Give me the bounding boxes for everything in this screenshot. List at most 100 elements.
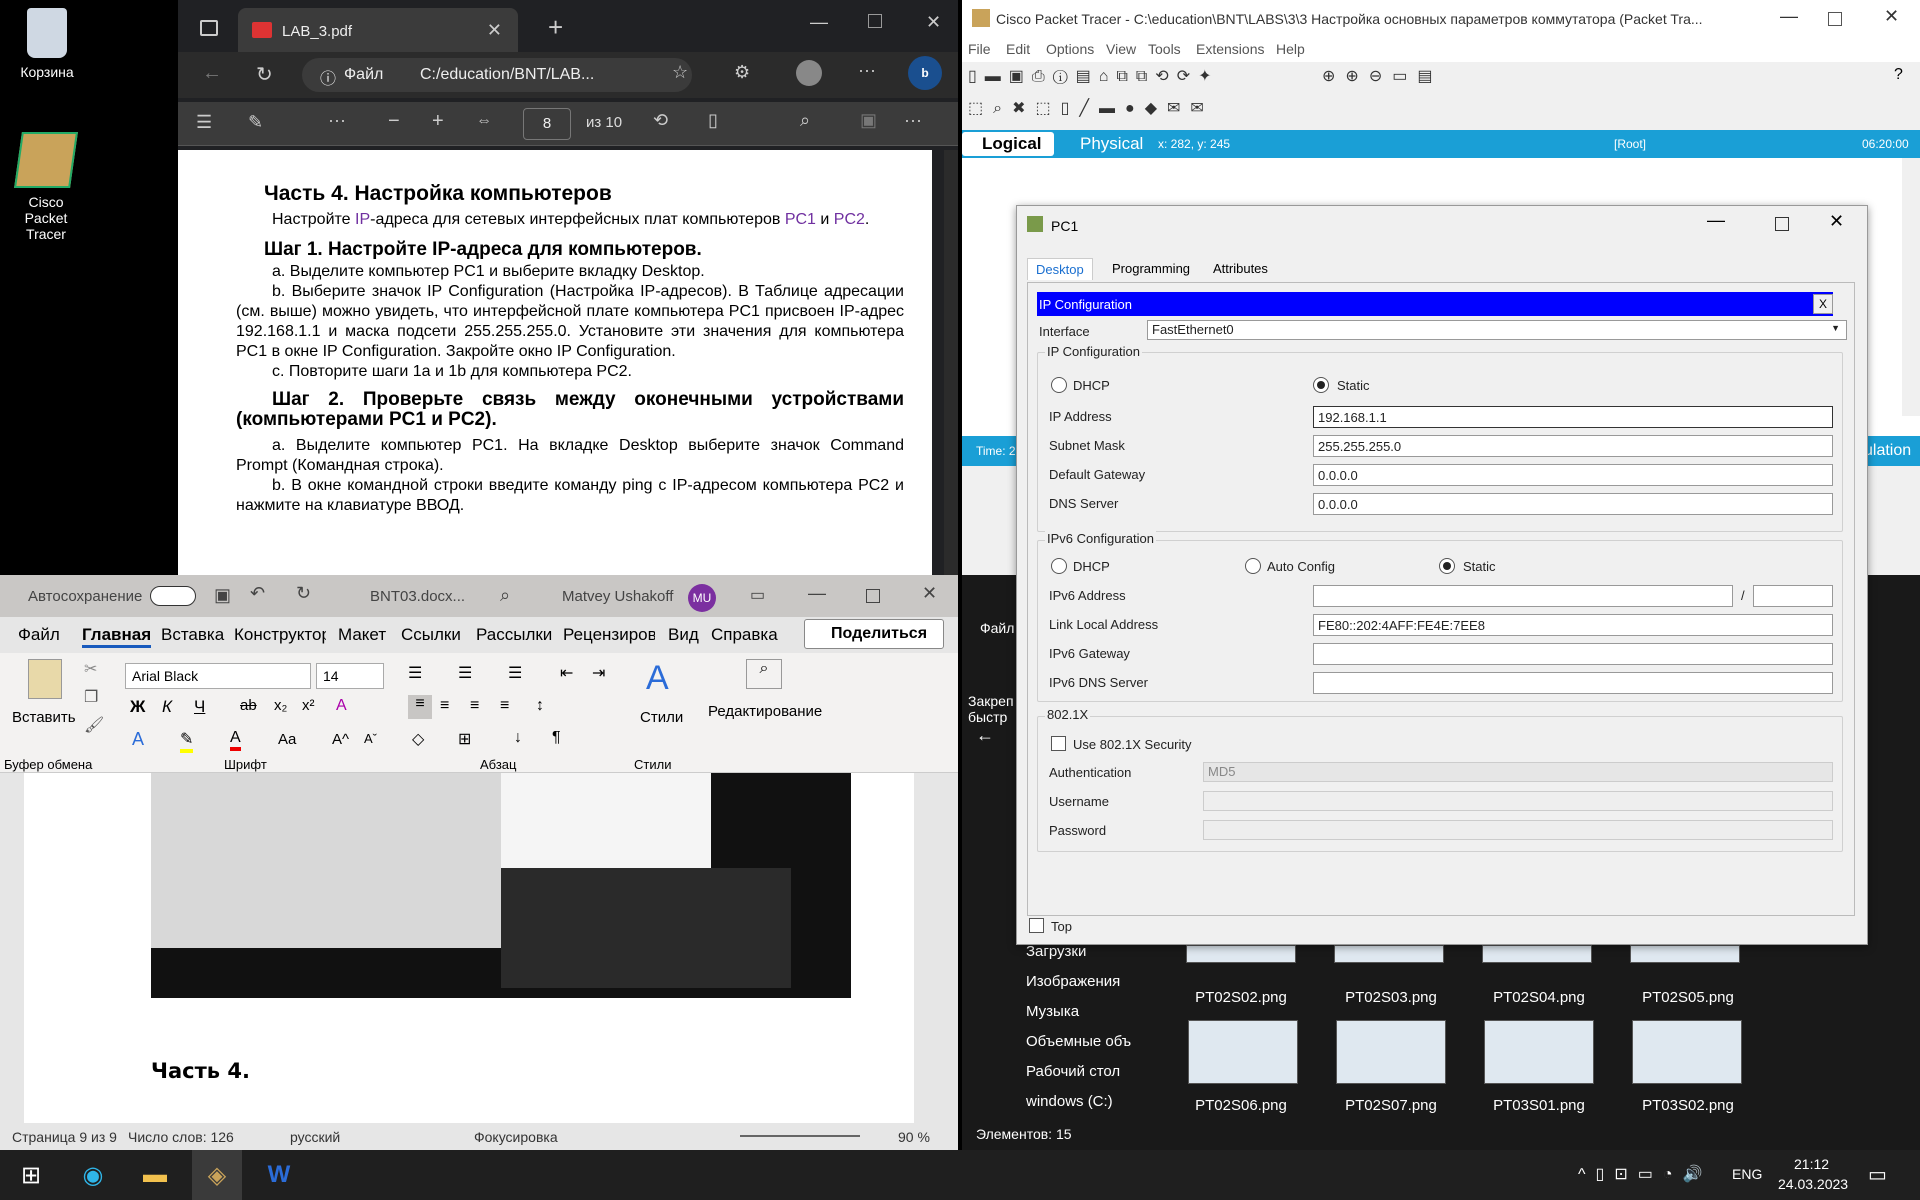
menu-insert[interactable]: Вставка: [161, 625, 224, 645]
dialog-minimize-icon[interactable]: —: [1707, 210, 1725, 231]
file-name[interactable]: PT02S07.png: [1316, 1097, 1466, 1114]
packet-tracer-shortcut[interactable]: Cisco Packet Tracer: [6, 132, 86, 242]
ipv6-gateway-input[interactable]: [1313, 643, 1833, 665]
thumb-4[interactable]: [1630, 945, 1740, 963]
styles-button[interactable]: Стили: [640, 709, 683, 726]
tab-attributes[interactable]: Attributes: [1213, 261, 1268, 276]
pt-root[interactable]: [Root]: [1614, 137, 1646, 151]
refresh-icon[interactable]: ↻: [256, 62, 273, 87]
menu-view[interactable]: Вид: [668, 625, 699, 645]
file-name[interactable]: PT03S01.png: [1464, 1097, 1614, 1114]
copy-icon[interactable]: ❐: [84, 687, 98, 707]
contents-icon[interactable]: ☰: [196, 112, 212, 133]
close-window-icon[interactable]: ✕: [926, 12, 941, 33]
notifications-icon[interactable]: ▭: [1868, 1162, 1887, 1187]
menu-help[interactable]: Справка: [711, 625, 778, 645]
more-icon[interactable]: ···: [858, 60, 876, 81]
page-view-icon[interactable]: ▯: [708, 110, 718, 131]
physical-tab[interactable]: Physical: [1058, 132, 1148, 156]
underline-button[interactable]: Ч: [194, 697, 205, 717]
sort-icon[interactable]: ↓: [514, 729, 522, 747]
align-left-icon[interactable]: ≡: [408, 695, 432, 719]
dialog-maximize-icon[interactable]: [1775, 217, 1789, 231]
decrease-indent-icon[interactable]: ⇤: [560, 663, 573, 683]
pdf-tab[interactable]: LAB_3.pdf ✕: [238, 8, 518, 54]
thumb-1[interactable]: [1186, 945, 1296, 963]
strikethrough-button[interactable]: ab: [240, 697, 257, 714]
clear-format-icon[interactable]: A: [336, 697, 347, 715]
align-right-icon[interactable]: ≡: [470, 697, 479, 715]
paste-button[interactable]: Вставить: [12, 709, 76, 726]
user-avatar[interactable]: MU: [688, 584, 716, 612]
align-center-icon[interactable]: ≡: [440, 697, 449, 715]
dns-server-input[interactable]: 0.0.0.0: [1313, 493, 1833, 515]
menu-file[interactable]: Файл: [18, 625, 60, 645]
pt-menu-help[interactable]: Help: [1276, 41, 1305, 57]
pt-vscroll[interactable]: [1902, 158, 1920, 416]
subscript-button[interactable]: x₂: [274, 697, 287, 714]
explorer-taskbar-icon[interactable]: ▬: [130, 1150, 180, 1200]
find-icon[interactable]: ⌕: [746, 659, 782, 689]
undo-icon[interactable]: ↶: [250, 583, 265, 604]
minimize-icon[interactable]: —: [810, 12, 828, 33]
profile-icon[interactable]: [796, 60, 822, 86]
auto-config-radio[interactable]: [1245, 558, 1261, 574]
tab-programming[interactable]: Programming: [1112, 261, 1190, 276]
fit-icon[interactable]: ⇔: [476, 112, 492, 130]
subnet-mask-input[interactable]: 255.255.255.0: [1313, 435, 1833, 457]
link-local-input[interactable]: FE80::202:4AFF:FE4E:7EE8: [1313, 614, 1833, 636]
nav-pictures[interactable]: Изображения: [1026, 973, 1120, 990]
font-size-select[interactable]: 14: [316, 663, 384, 689]
justify-icon[interactable]: ≡: [500, 697, 509, 715]
status-zoom[interactable]: 90 %: [898, 1129, 930, 1145]
change-case-icon[interactable]: Aa: [278, 731, 296, 748]
autosave-toggle[interactable]: [150, 586, 196, 606]
cut-icon[interactable]: ✂: [84, 659, 97, 679]
pt-menu-view[interactable]: View: [1106, 41, 1136, 57]
nav-downloads[interactable]: Загрузки: [1026, 943, 1086, 960]
draw-icon[interactable]: ✎: [248, 112, 263, 133]
status-lang[interactable]: русский: [290, 1129, 340, 1145]
packet-tracer-taskbar-icon[interactable]: ◈: [192, 1150, 242, 1200]
pt-menu-extensions[interactable]: Extensions: [1196, 41, 1264, 57]
show-marks-icon[interactable]: ¶: [552, 729, 561, 747]
pt-minimize-icon[interactable]: —: [1780, 6, 1798, 27]
new-tab-icon[interactable]: +: [548, 12, 563, 43]
pt-menu-tools[interactable]: Tools: [1148, 41, 1181, 57]
font-color-icon[interactable]: A: [230, 729, 241, 751]
ipv6-prefix-input[interactable]: [1753, 585, 1833, 607]
thumb-3[interactable]: [1482, 945, 1592, 963]
file-name[interactable]: PT02S02.png: [1166, 989, 1316, 1006]
clock-time[interactable]: 21:12: [1794, 1156, 1829, 1172]
menu-design[interactable]: Конструктор: [234, 625, 326, 645]
pt-maximize-icon[interactable]: [1828, 12, 1842, 26]
numbering-icon[interactable]: ☰: [458, 663, 472, 683]
italic-button[interactable]: К: [162, 697, 172, 717]
menu-home[interactable]: Главная: [82, 625, 152, 648]
menu-layout[interactable]: Макет: [338, 625, 386, 645]
file-name[interactable]: PT03S02.png: [1613, 1097, 1763, 1114]
menu-mailings[interactable]: Рассылки: [476, 625, 552, 645]
extensions-icon[interactable]: ⚙: [734, 62, 750, 83]
grow-font-icon[interactable]: A^: [332, 731, 349, 748]
thumb-7[interactable]: [1484, 1020, 1594, 1084]
status-focus[interactable]: Фокусировка: [474, 1129, 558, 1145]
pt-zoom-icons[interactable]: ⊕⊕⊖▭▤: [1322, 66, 1522, 90]
ipv6-dns-input[interactable]: [1313, 672, 1833, 694]
word-close-icon[interactable]: ✕: [922, 583, 937, 604]
zoom-in-icon[interactable]: +: [432, 110, 444, 133]
pt-menu-edit[interactable]: Edit: [1006, 41, 1030, 57]
borders-icon[interactable]: ⊞: [458, 729, 471, 749]
menu-references[interactable]: Ссылки: [401, 625, 461, 645]
thumb-5[interactable]: [1188, 1020, 1298, 1084]
word-page[interactable]: Часть 4.: [24, 773, 914, 1123]
rotate-icon[interactable]: ⟲: [653, 110, 668, 131]
address-field[interactable]: ⓘ Файл C:/education/BNT/LAB...: [302, 58, 692, 92]
nav-desktop[interactable]: Рабочий стол: [1026, 1063, 1120, 1080]
thumb-6[interactable]: [1336, 1020, 1446, 1084]
back-icon[interactable]: ←: [202, 62, 222, 85]
file-name[interactable]: PT02S06.png: [1166, 1097, 1316, 1114]
static-radio[interactable]: [1313, 377, 1329, 393]
nav-drive-c[interactable]: windows (C:): [1026, 1093, 1113, 1110]
back-icon[interactable]: ←: [976, 725, 994, 746]
